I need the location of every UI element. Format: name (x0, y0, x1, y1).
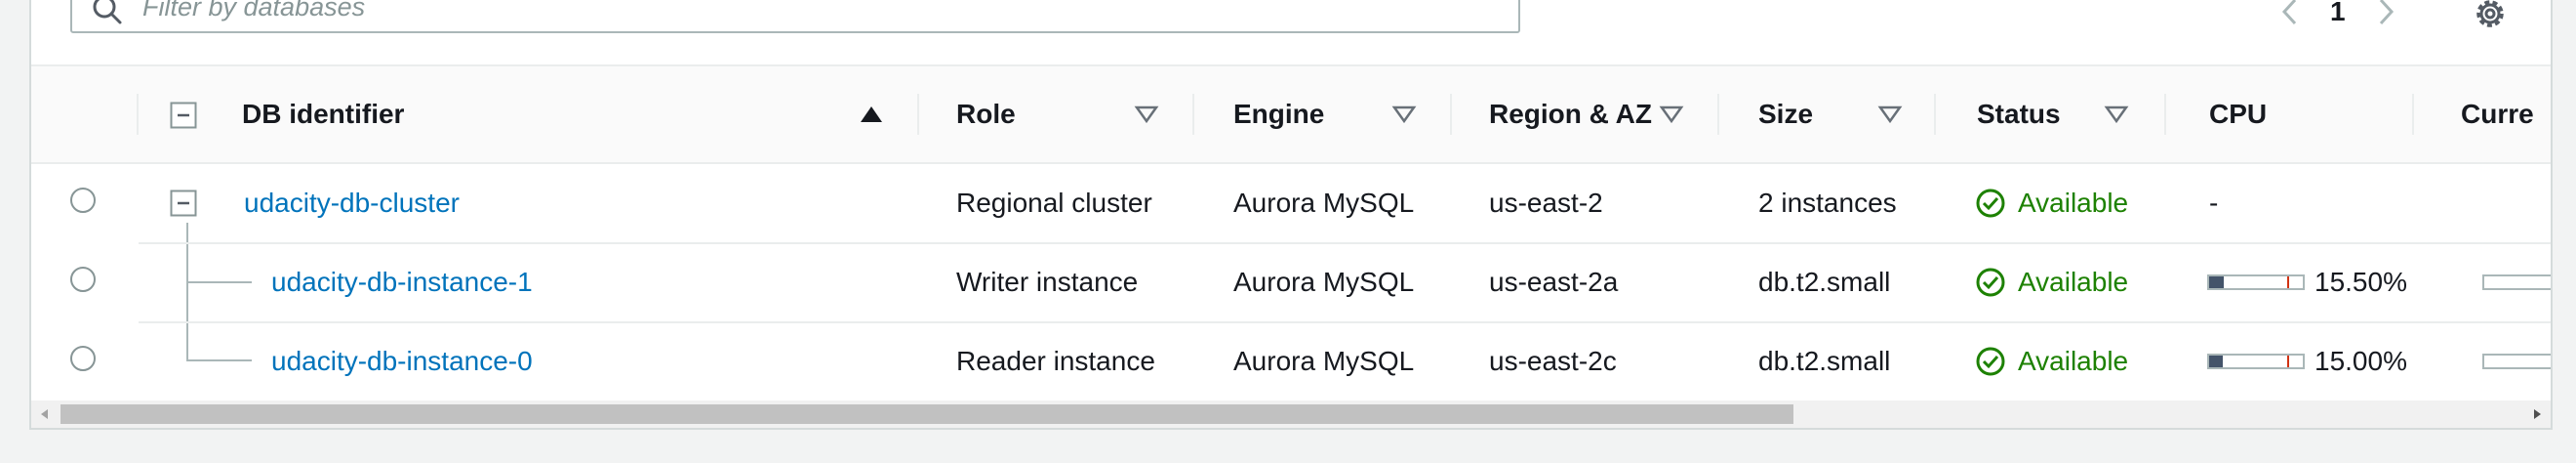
filter-box[interactable] (70, 0, 1520, 33)
filter-input[interactable] (142, 0, 1411, 21)
search-icon (93, 0, 122, 24)
engine-cell: Aurora MySQL (1233, 346, 1415, 376)
scroll-left-arrow-icon[interactable] (37, 406, 53, 422)
sort-descending-icon[interactable] (1134, 103, 1159, 126)
sort-ascending-icon[interactable] (859, 103, 884, 126)
column-separator (137, 94, 139, 135)
scrollbar-thumb[interactable] (60, 404, 1793, 424)
column-current[interactable]: Curre (2461, 66, 2534, 162)
column-cpu[interactable]: CPU (2209, 66, 2267, 162)
column-separator (1450, 94, 1452, 135)
status-available-icon (1976, 347, 2005, 376)
cpu-value: 15.50% (2314, 267, 2407, 297)
current-activity-bar (2482, 274, 2551, 290)
column-separator (2412, 94, 2414, 135)
role-cell: Reader instance (956, 346, 1155, 376)
row-select-radio[interactable] (70, 346, 96, 371)
status-cell: Available (1975, 322, 2128, 400)
cpu-cell: 15.50% (2207, 243, 2407, 321)
size-cell: 2 instances (1758, 188, 1897, 218)
current-activity-bar (2482, 354, 2551, 369)
cpu-cell: - (2209, 188, 2219, 218)
region-cell: us-east-2c (1489, 346, 1617, 376)
status-text: Available (2018, 267, 2129, 297)
role-cell: Writer instance (956, 267, 1139, 297)
column-separator (2164, 94, 2166, 135)
sort-descending-icon[interactable] (2104, 103, 2129, 126)
status-text: Available (2018, 346, 2129, 376)
column-status[interactable]: Status (1977, 66, 2061, 162)
cpu-bar-threshold-marker (2287, 356, 2289, 367)
role-cell: Regional cluster (956, 188, 1152, 218)
collapse-icon[interactable] (170, 189, 197, 217)
cpu-value: 15.00% (2314, 346, 2407, 376)
size-cell: db.t2.small (1758, 346, 1891, 376)
row-select-radio[interactable] (70, 267, 96, 292)
chevron-left-icon[interactable] (2275, 0, 2305, 28)
table-row[interactable]: udacity-db-instance-0 Reader instance Au… (31, 322, 2551, 400)
column-region[interactable]: Region & AZ (1489, 66, 1652, 162)
pagination: 1 (2275, 0, 2400, 31)
sort-descending-icon[interactable] (1877, 103, 1903, 126)
status-text: Available (2018, 188, 2129, 218)
region-cell: us-east-2 (1489, 188, 1603, 218)
engine-cell: Aurora MySQL (1233, 267, 1415, 297)
page-number[interactable]: 1 (2330, 0, 2346, 27)
table-row[interactable]: udacity-db-cluster Regional cluster Auro… (31, 164, 2551, 242)
column-engine[interactable]: Engine (1233, 66, 1324, 162)
status-cell: Available (1975, 164, 2128, 242)
row-select-radio[interactable] (70, 188, 96, 213)
db-identifier-link[interactable]: udacity-db-cluster (244, 164, 460, 242)
cpu-bar-fill (2209, 276, 2224, 288)
status-available-icon (1976, 268, 2005, 297)
size-cell: db.t2.small (1758, 267, 1891, 297)
engine-cell: Aurora MySQL (1233, 188, 1415, 218)
cpu-bar-threshold-marker (2287, 276, 2289, 288)
cpu-utilization-bar (2207, 354, 2305, 369)
region-cell: us-east-2a (1489, 267, 1619, 297)
sort-descending-icon[interactable] (1391, 103, 1417, 126)
column-separator (917, 94, 919, 135)
column-separator (1717, 94, 1719, 135)
db-identifier-link[interactable]: udacity-db-instance-1 (271, 243, 533, 321)
cpu-utilization-bar (2207, 274, 2305, 290)
db-identifier-link[interactable]: udacity-db-instance-0 (271, 322, 533, 400)
scroll-right-arrow-icon[interactable] (2529, 406, 2545, 422)
cpu-cell: 15.00% (2207, 322, 2407, 400)
column-role[interactable]: Role (956, 66, 1016, 162)
column-size[interactable]: Size (1758, 66, 1813, 162)
column-separator (1192, 94, 1194, 135)
status-available-icon (1976, 189, 2005, 218)
cpu-bar-fill (2209, 356, 2224, 367)
collapse-all-icon[interactable] (170, 102, 197, 129)
table-row[interactable]: udacity-db-instance-1 Writer instance Au… (31, 243, 2551, 321)
gear-icon[interactable] (2471, 0, 2510, 33)
status-cell: Available (1975, 243, 2128, 321)
column-separator (1934, 94, 1936, 135)
sort-descending-icon[interactable] (1659, 103, 1684, 126)
databases-table-panel: 1 DB identifier Role Engine Region (29, 0, 2553, 430)
column-db-identifier[interactable]: DB identifier (242, 66, 404, 162)
horizontal-scrollbar[interactable] (31, 400, 2551, 428)
table-header: DB identifier Role Engine Region & AZ Si… (31, 66, 2551, 162)
chevron-right-icon[interactable] (2371, 0, 2400, 28)
